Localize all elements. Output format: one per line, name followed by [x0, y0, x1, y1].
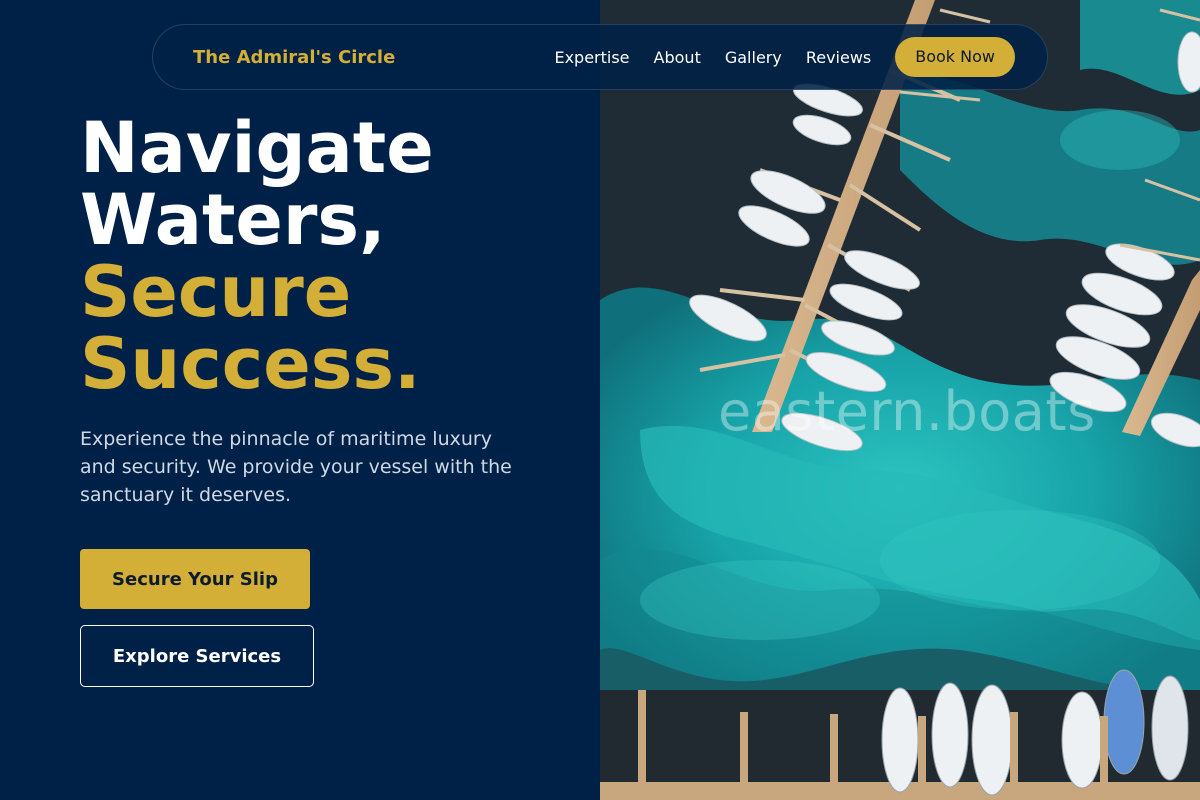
secure-your-slip-button[interactable]: Secure Your Slip — [80, 549, 310, 609]
nav-links: Expertise About Gallery Reviews Book Now — [554, 37, 1015, 77]
hero-description: Experience the pinnacle of maritime luxu… — [80, 428, 512, 506]
nav-link-gallery[interactable]: Gallery — [725, 48, 782, 67]
hero-title-line-2: Waters, — [80, 179, 386, 261]
image-watermark: eastern.boats — [718, 380, 1096, 443]
top-navbar: The Admiral's Circle Expertise About Gal… — [152, 24, 1048, 90]
hero-title-line-4: Success. — [80, 323, 421, 405]
nav-link-expertise[interactable]: Expertise — [554, 48, 629, 67]
hero-title-line-1: Navigate — [80, 107, 434, 189]
nav-link-about[interactable]: About — [654, 48, 701, 67]
marina-aerial-image: eastern.boats — [600, 0, 1200, 800]
hero-title: Navigate Waters, Secure Success. — [80, 112, 580, 400]
nav-link-reviews[interactable]: Reviews — [806, 48, 871, 67]
book-now-button[interactable]: Book Now — [895, 37, 1015, 77]
brand-logo[interactable]: The Admiral's Circle — [193, 47, 395, 68]
hero-title-line-3: Secure — [80, 251, 352, 333]
explore-services-button[interactable]: Explore Services — [80, 625, 314, 687]
